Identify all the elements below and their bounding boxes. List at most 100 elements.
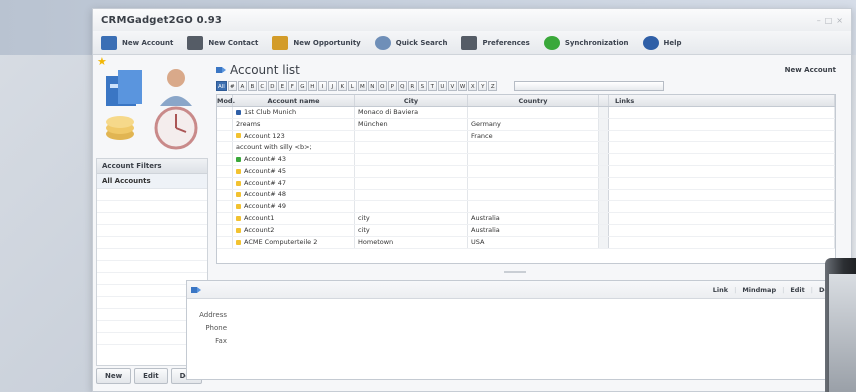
letter-filter-k[interactable]: K xyxy=(337,80,347,91)
letter-filter-all[interactable]: All xyxy=(216,80,227,91)
table-row[interactable]: Account# 47 xyxy=(217,177,835,190)
letter-filter-hash[interactable]: # xyxy=(227,80,237,91)
letter-filter-w[interactable]: W xyxy=(457,80,468,91)
field-address: Address xyxy=(197,311,835,324)
account-detail-icon xyxy=(191,286,201,293)
column-header-country[interactable]: Country xyxy=(468,95,599,106)
table-scrollbar[interactable] xyxy=(599,213,609,224)
table-scrollbar[interactable] xyxy=(599,130,609,142)
letter-filter-y[interactable]: Y xyxy=(478,80,488,91)
table-row[interactable]: Account# 48 xyxy=(217,189,835,202)
letter-filter-u[interactable]: U xyxy=(437,80,447,91)
edit-filter-button[interactable]: Edit xyxy=(134,368,168,384)
letter-filter-t[interactable]: T xyxy=(427,80,437,91)
table-row[interactable]: 2reams München Germany xyxy=(217,118,835,131)
toolbar-button-preferences[interactable]: Preferences xyxy=(461,35,530,50)
table-scrollbar[interactable] xyxy=(599,165,609,177)
activities-module-icon[interactable] xyxy=(154,106,198,150)
contacts-module-icon[interactable] xyxy=(160,69,192,106)
new-account-link[interactable]: New Account xyxy=(785,66,836,74)
letter-filter-l[interactable]: L xyxy=(347,80,357,91)
column-header-account-name[interactable]: Account name xyxy=(233,95,355,106)
toolbar-button-synchronization[interactable]: Synchronization xyxy=(543,35,629,50)
status-marker-icon xyxy=(236,168,241,174)
cell-account-name: Account# 47 xyxy=(233,177,355,189)
table-row[interactable]: Account1 city Australia xyxy=(217,213,835,225)
new-filter-button[interactable]: New xyxy=(96,368,132,384)
table-row[interactable]: ACME Computerteile 2 Hometown USA xyxy=(217,236,835,249)
cell-account-name: Account# 45 xyxy=(233,165,355,177)
minimize-icon[interactable]: – xyxy=(817,16,821,25)
table-scrollbar[interactable] xyxy=(599,236,609,248)
account-table-header: Mod. Account name City Country Links xyxy=(217,95,835,107)
cell-country xyxy=(468,154,599,165)
table-row[interactable]: Account# 49 xyxy=(217,201,835,214)
letter-filter-v[interactable]: V xyxy=(447,80,457,91)
table-row[interactable]: 1st Club Munich Monaco di Baviera xyxy=(217,107,835,119)
letter-filter-i[interactable]: I xyxy=(317,80,327,91)
letter-filter-j[interactable]: J xyxy=(327,80,337,91)
letter-filter-m[interactable]: M xyxy=(357,80,367,91)
letter-filter-p[interactable]: P xyxy=(387,80,397,91)
table-row[interactable]: Account# 43 xyxy=(217,154,835,166)
letter-filter-c[interactable]: C xyxy=(257,80,267,91)
table-scrollbar[interactable] xyxy=(599,177,609,189)
search-icon xyxy=(374,35,391,50)
table-scrollbar[interactable] xyxy=(599,154,609,165)
detail-link-link[interactable]: Link xyxy=(713,286,728,294)
letter-filter-g[interactable]: G xyxy=(297,80,307,91)
letter-filter-q[interactable]: Q xyxy=(397,80,407,91)
letter-filter-x[interactable]: X xyxy=(468,80,478,91)
letter-filter-d[interactable]: D xyxy=(267,80,277,91)
cell-account-name: account with silly <b>; xyxy=(233,142,355,154)
letter-filter-b[interactable]: B xyxy=(247,80,257,91)
toolbar-button-new-opportunity[interactable]: New Opportunity xyxy=(272,35,361,50)
table-scrollbar[interactable] xyxy=(599,142,609,154)
toolbar-button-new-contact[interactable]: New Contact xyxy=(187,35,258,50)
cell-account-name: Account2 xyxy=(233,224,355,236)
accounts-module-icon[interactable] xyxy=(106,70,142,106)
table-row[interactable]: account with silly <b>; xyxy=(217,142,835,155)
cell-country: USA xyxy=(468,236,599,248)
letter-filter-o[interactable]: O xyxy=(377,80,387,91)
cell-account-name: 1st Club Munich xyxy=(233,107,355,118)
main-toolbar: New Account New Contact New Opportunity Qui… xyxy=(93,31,851,55)
table-row[interactable]: Account 123 France xyxy=(217,130,835,143)
table-scrollbar[interactable] xyxy=(599,189,609,201)
account-name-text: Account# 47 xyxy=(244,178,287,187)
table-scrollbar[interactable] xyxy=(599,107,609,118)
letter-filter-e[interactable]: E xyxy=(277,80,287,91)
detail-link-mindmap[interactable]: Mindmap xyxy=(742,286,776,294)
filter-all-accounts[interactable]: All Accounts xyxy=(97,174,207,189)
column-header-city[interactable]: City xyxy=(355,95,468,106)
panel-splitter-handle[interactable] xyxy=(504,271,526,273)
account-name-text: 1st Club Munich xyxy=(244,107,297,116)
table-scrollbar[interactable] xyxy=(599,201,609,213)
column-header-mod[interactable]: Mod. xyxy=(217,95,235,106)
new-account-icon xyxy=(101,35,117,50)
close-icon[interactable]: × xyxy=(836,16,843,25)
table-row[interactable]: Account2 city Australia xyxy=(217,224,835,237)
toolbar-button-help[interactable]: Help xyxy=(642,35,682,50)
table-scrollbar[interactable] xyxy=(599,224,609,236)
filter-row xyxy=(97,225,207,237)
toolbar-button-new-account[interactable]: New Account xyxy=(101,35,173,50)
letter-filter-h[interactable]: H xyxy=(307,80,317,91)
letter-filter-s[interactable]: S xyxy=(417,80,427,91)
toolbar-button-label: Preferences xyxy=(482,38,530,47)
toolbar-button-quick-search[interactable]: Quick Search xyxy=(374,35,447,50)
field-label: Fax xyxy=(215,337,227,345)
letter-filter-r[interactable]: R xyxy=(407,80,417,91)
toolbar-button-label: Help xyxy=(663,38,682,47)
letter-filter-f[interactable]: F xyxy=(287,80,297,91)
account-search-input[interactable] xyxy=(514,80,665,91)
letter-filter-a[interactable]: A xyxy=(237,80,247,91)
table-row[interactable]: Account# 45 xyxy=(217,165,835,178)
detail-link-edit[interactable]: Edit xyxy=(790,286,804,294)
field-label: Phone xyxy=(205,324,227,332)
letter-filter-z[interactable]: Z xyxy=(488,80,498,91)
maximize-icon[interactable]: □ xyxy=(825,16,833,25)
opportunities-module-icon[interactable] xyxy=(106,116,134,140)
table-scrollbar[interactable] xyxy=(599,118,609,130)
letter-filter-n[interactable]: N xyxy=(367,80,377,91)
